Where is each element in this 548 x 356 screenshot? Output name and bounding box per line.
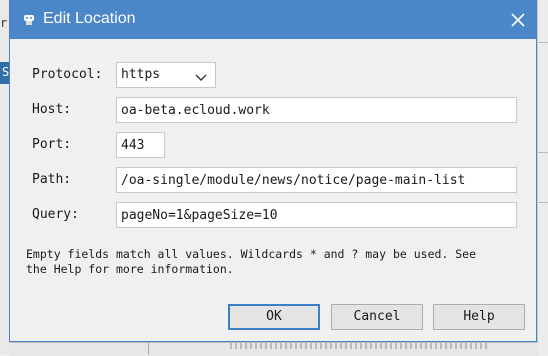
- query-field[interactable]: [116, 202, 517, 228]
- dialog-titlebar[interactable]: Edit Location: [10, 1, 536, 39]
- edit-location-dialog: Edit Location Protocol: https Host: Port…: [9, 0, 537, 342]
- close-icon: [511, 13, 525, 27]
- port-label: Port:: [32, 137, 72, 152]
- close-button[interactable]: [500, 1, 536, 39]
- host-label: Host:: [32, 102, 72, 117]
- chevron-down-icon: [195, 71, 207, 86]
- protocol-label: Protocol:: [32, 67, 103, 82]
- protocol-select[interactable]: https: [116, 62, 216, 88]
- path-field[interactable]: [116, 167, 517, 193]
- ok-button[interactable]: OK: [228, 304, 320, 330]
- host-field[interactable]: [116, 97, 517, 123]
- hint-line-1: Empty fields match all values. Wildcards…: [26, 247, 477, 261]
- hint-line-2: the Help for more information.: [26, 262, 234, 276]
- background-divider: [148, 342, 149, 355]
- help-button[interactable]: Help: [433, 304, 525, 330]
- background-app-right-panel: [537, 0, 548, 355]
- background-left-text: r: [0, 16, 8, 30]
- port-field[interactable]: [116, 132, 165, 158]
- query-label: Query:: [32, 207, 79, 222]
- help-hint-text: Empty fields match all values. Wildcards…: [26, 247, 516, 277]
- cancel-button[interactable]: Cancel: [331, 304, 423, 330]
- path-label: Path:: [32, 172, 72, 187]
- protocol-selected-value: https: [121, 67, 161, 82]
- app-logo-icon: [22, 12, 36, 26]
- background-left-selected-text: S: [2, 65, 9, 79]
- background-obscured-text: [230, 343, 490, 349]
- dialog-title: Edit Location: [43, 10, 136, 27]
